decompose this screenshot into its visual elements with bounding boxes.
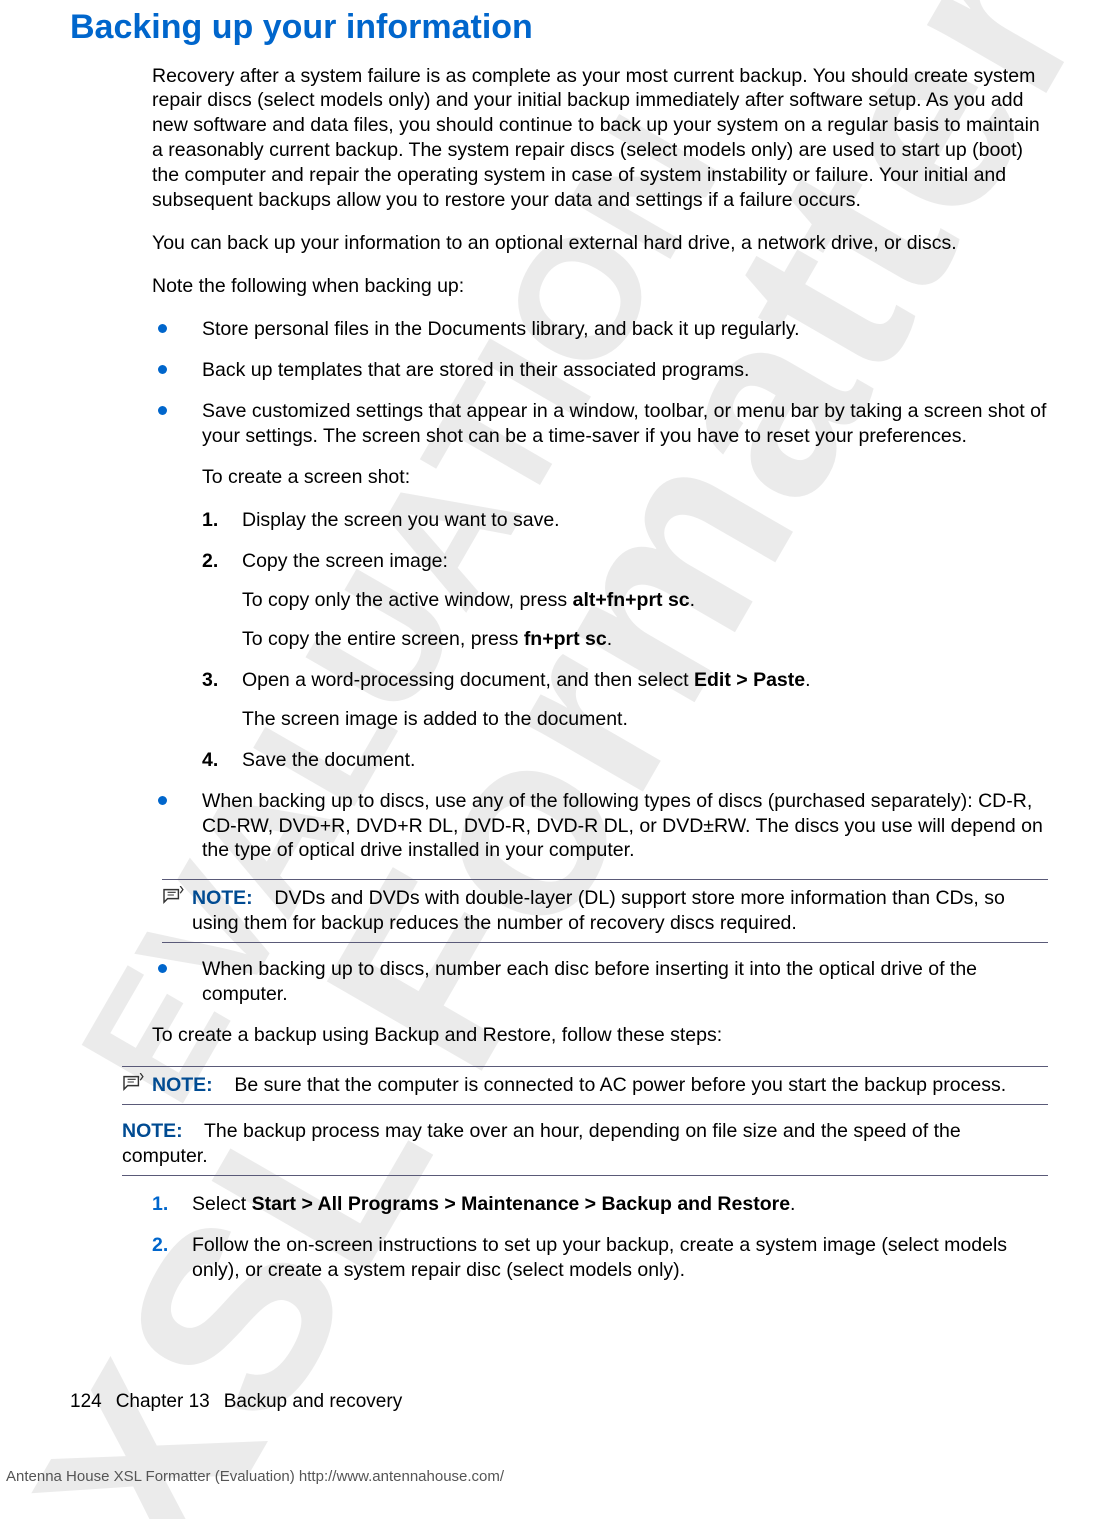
note-block: NOTE: DVDs and DVDs with double-layer (D… [162,879,1048,943]
intro-para-3: Note the following when backing up: [152,274,1048,299]
text-run: To copy only the active window, press [242,589,573,611]
step-subtext: To copy the entire screen, press fn+prt … [242,627,1048,652]
screenshot-intro: To create a screen shot: [202,465,1048,490]
bullet-item: Save customized settings that appear in … [152,399,1048,773]
step-item: Copy the screen image: To copy only the … [202,549,1048,652]
menu-path: Edit > Paste [694,669,805,691]
note-text: DVDs and DVDs with double-layer (DL) sup… [192,887,1005,934]
bullet-item: When backing up to discs, number each di… [152,957,1048,1007]
intro-para-1: Recovery after a system failure is as co… [152,64,1048,214]
chapter-label: Chapter 13 [116,1391,210,1413]
text-run: . [607,628,612,650]
note-text: Be sure that the computer is connected t… [234,1074,1006,1096]
bullet-text: Store personal files in the Documents li… [202,318,800,340]
bullet-text: When backing up to discs, use any of the… [202,790,1043,862]
bullet-text: Save customized settings that appear in … [202,400,1046,447]
bullet-item: Back up templates that are stored in the… [152,358,1048,383]
step-item: Follow the on-screen instructions to set… [152,1233,1048,1283]
note-icon [162,886,184,904]
step-item: Select Start > All Programs > Maintenanc… [152,1192,1048,1217]
bullet-text: Back up templates that are stored in the… [202,359,749,381]
text-run: . [805,669,810,691]
text-run: To copy the entire screen, press [242,628,524,650]
step-subtext: The screen image is added to the documen… [242,707,1048,732]
text-run: . [690,589,695,611]
keycombo: fn+prt sc [524,628,607,650]
text-run: . [790,1193,795,1215]
intro-para-2: You can back up your information to an o… [152,231,1048,256]
note-block: NOTE: Be sure that the computer is conne… [122,1066,1048,1105]
bullet-text: When backing up to discs, number each di… [202,958,977,1005]
bullet-item: Store personal files in the Documents li… [152,317,1048,342]
page-number: 124 [70,1391,102,1413]
backup-intro: To create a backup using Backup and Rest… [152,1023,1048,1048]
page-footer: 124 Chapter 13 Backup and recovery [70,1391,1048,1413]
step-item: Open a word-processing document, and the… [202,668,1048,732]
note-text: The backup process may take over an hour… [122,1120,961,1167]
step-item: Display the screen you want to save. [202,508,1048,533]
note-icon [122,1073,144,1091]
text-run: Select [192,1193,252,1215]
menu-path: Start > All Programs > Maintenance > Bac… [252,1193,790,1215]
text-run: Open a word-processing document, and the… [242,669,694,691]
step-subtext: To copy only the active window, press al… [242,588,1048,613]
step-text: Display the screen you want to save. [242,509,560,531]
keycombo: alt+fn+prt sc [573,589,690,611]
note-label: NOTE: [192,887,253,909]
chapter-title: Backup and recovery [224,1391,403,1413]
step-text: Copy the screen image: [242,550,448,572]
note-block: NOTE: The backup process may take over a… [122,1109,1048,1176]
note-label: NOTE: [122,1120,183,1142]
step-text: Save the document. [242,749,415,771]
evaluation-footer: Antenna House XSL Formatter (Evaluation)… [0,1468,504,1485]
bullet-item: When backing up to discs, use any of the… [152,789,1048,864]
step-text: Open a word-processing document, and the… [242,669,811,691]
page-heading: Backing up your information [70,6,1048,50]
step-item: Save the document. [202,748,1048,773]
note-label: NOTE: [152,1074,213,1096]
step-text: Follow the on-screen instructions to set… [192,1234,1007,1281]
step-text: Select Start > All Programs > Maintenanc… [192,1193,795,1215]
